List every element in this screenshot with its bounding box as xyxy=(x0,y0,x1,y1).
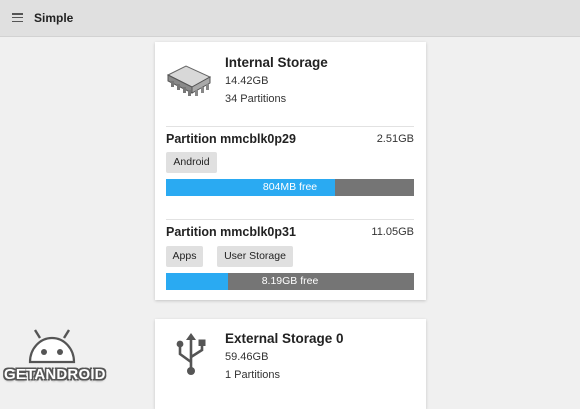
app-title: Simple xyxy=(34,11,74,25)
internal-storage-title: Internal Storage xyxy=(225,55,328,70)
divider xyxy=(166,219,414,220)
partition-usage-bar: 804MB free xyxy=(166,179,414,196)
external-storage-title: External Storage 0 xyxy=(225,331,344,346)
partition-size: 2.51GB xyxy=(376,133,414,145)
chip-apps: Apps xyxy=(166,246,203,267)
partition-name[interactable]: Partition mmcblk0p29 xyxy=(166,132,296,146)
external-storage-size: 59.46GB xyxy=(225,351,269,363)
partition-size: 11.05GB xyxy=(371,226,414,238)
app-bar: Simple xyxy=(0,0,580,37)
divider xyxy=(166,126,414,127)
memory-chip-icon xyxy=(166,65,212,96)
hamburger-menu-icon[interactable] xyxy=(12,13,23,22)
internal-storage-partitions: 34 Partitions xyxy=(225,93,287,105)
watermark-text: GETANDROID xyxy=(4,366,106,383)
partition-usage-bar: 8.19GB free xyxy=(166,273,414,290)
chip-user-storage: User Storage xyxy=(217,246,293,267)
external-storage-partitions: 1 Partitions xyxy=(225,369,281,381)
partition-name[interactable]: Partition mmcblk0p31 xyxy=(166,225,296,239)
usb-icon xyxy=(176,333,206,375)
partition-free-label: 804MB free xyxy=(262,181,318,193)
internal-storage-size: 14.42GB xyxy=(225,75,269,87)
chip-android: Android xyxy=(166,152,217,173)
partition-free-label: 8.19GB free xyxy=(261,275,319,287)
